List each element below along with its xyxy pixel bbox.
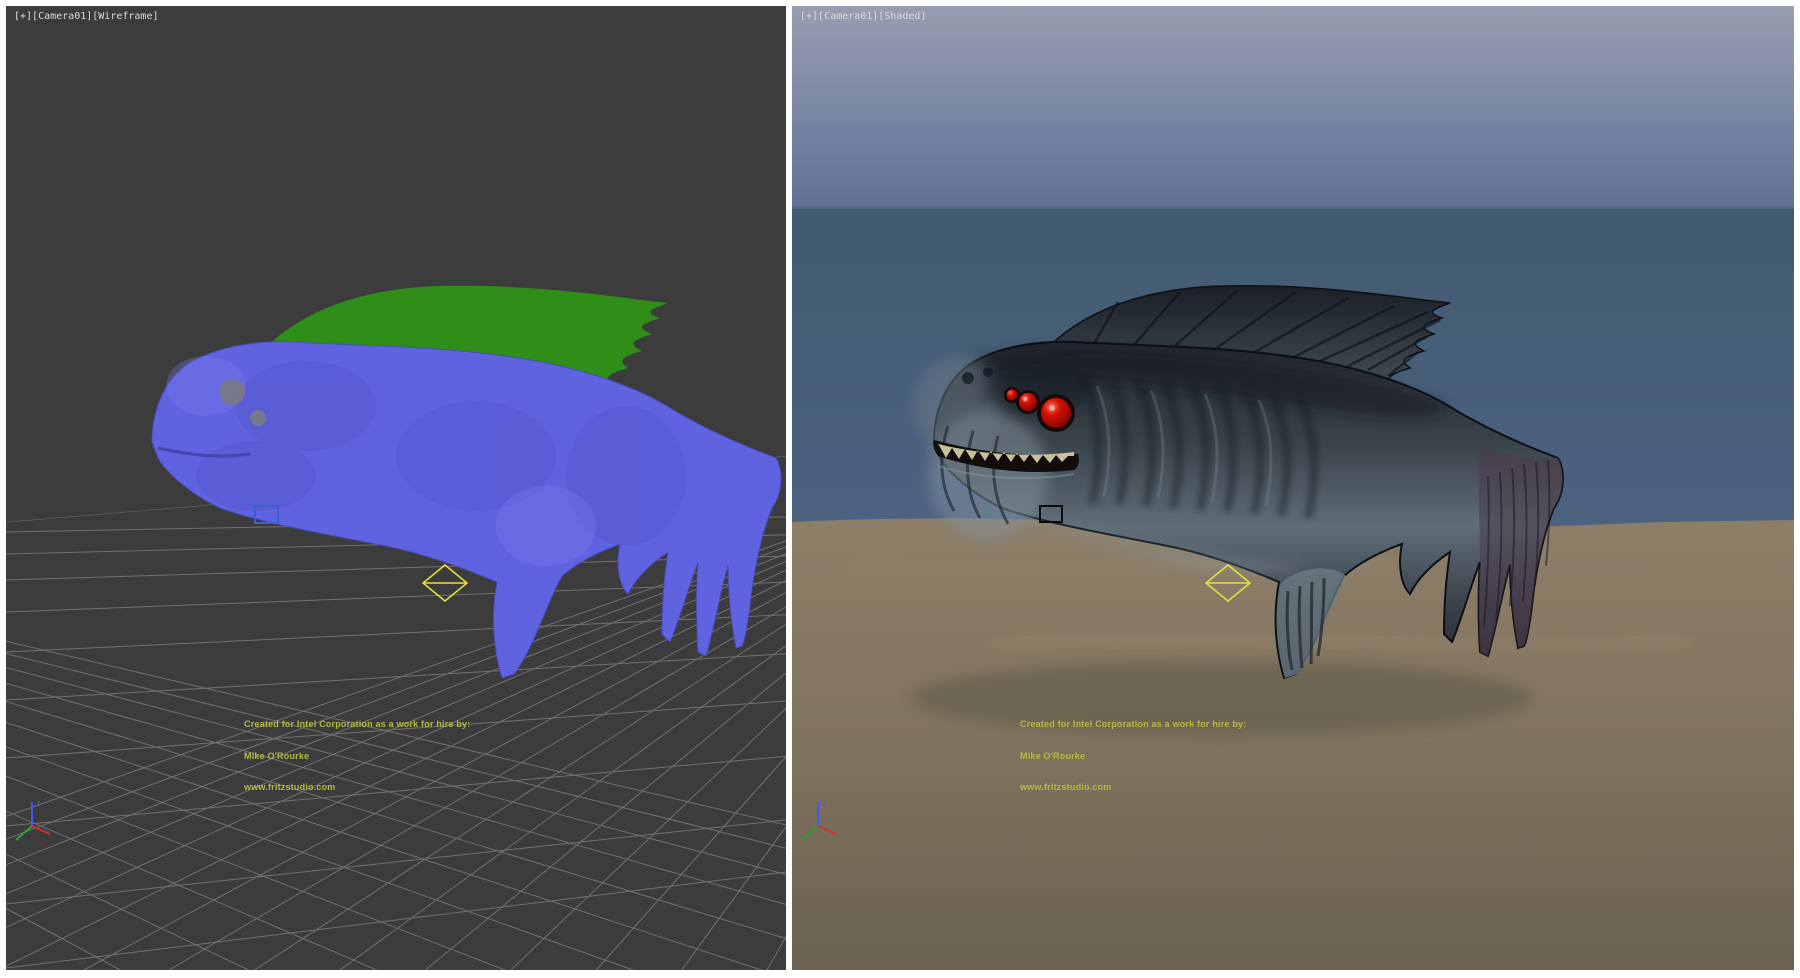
sky-background [792, 6, 1794, 209]
watermark-line3: www.fritzstudio.com [1020, 782, 1246, 793]
watermark-text: Created for Intel Corporation as a work … [1020, 698, 1246, 814]
axis-z-label: z [36, 798, 41, 808]
axis-z-label: z [822, 798, 827, 808]
watermark-line2: Mike O'Rourke [244, 751, 470, 762]
eye-small [1007, 390, 1018, 401]
viewport-shaded[interactable]: [+][Camera01][Shaded] [792, 6, 1794, 970]
watermark-line1: Created for Intel Corporation as a work … [244, 719, 470, 730]
watermark-line1: Created for Intel Corporation as a work … [1020, 719, 1246, 730]
shaded-canvas[interactable]: z [792, 6, 1794, 970]
viewport-wireframe[interactable]: [+][Camera01][Wireframe] [6, 6, 786, 970]
eye-medium [1019, 393, 1037, 411]
watermark-line2: Mike O'Rourke [1020, 751, 1246, 762]
viewport-label-shaded[interactable]: [+][Camera01][Shaded] [800, 11, 926, 22]
wireframe-canvas[interactable]: z [6, 6, 786, 970]
watermark-line3: www.fritzstudio.com [244, 782, 470, 793]
eye-large [1041, 398, 1071, 428]
viewport-area: [+][Camera01][Wireframe] [0, 0, 1800, 978]
viewport-label-wireframe[interactable]: [+][Camera01][Wireframe] [14, 11, 159, 22]
watermark-text: Created for Intel Corporation as a work … [244, 698, 470, 814]
